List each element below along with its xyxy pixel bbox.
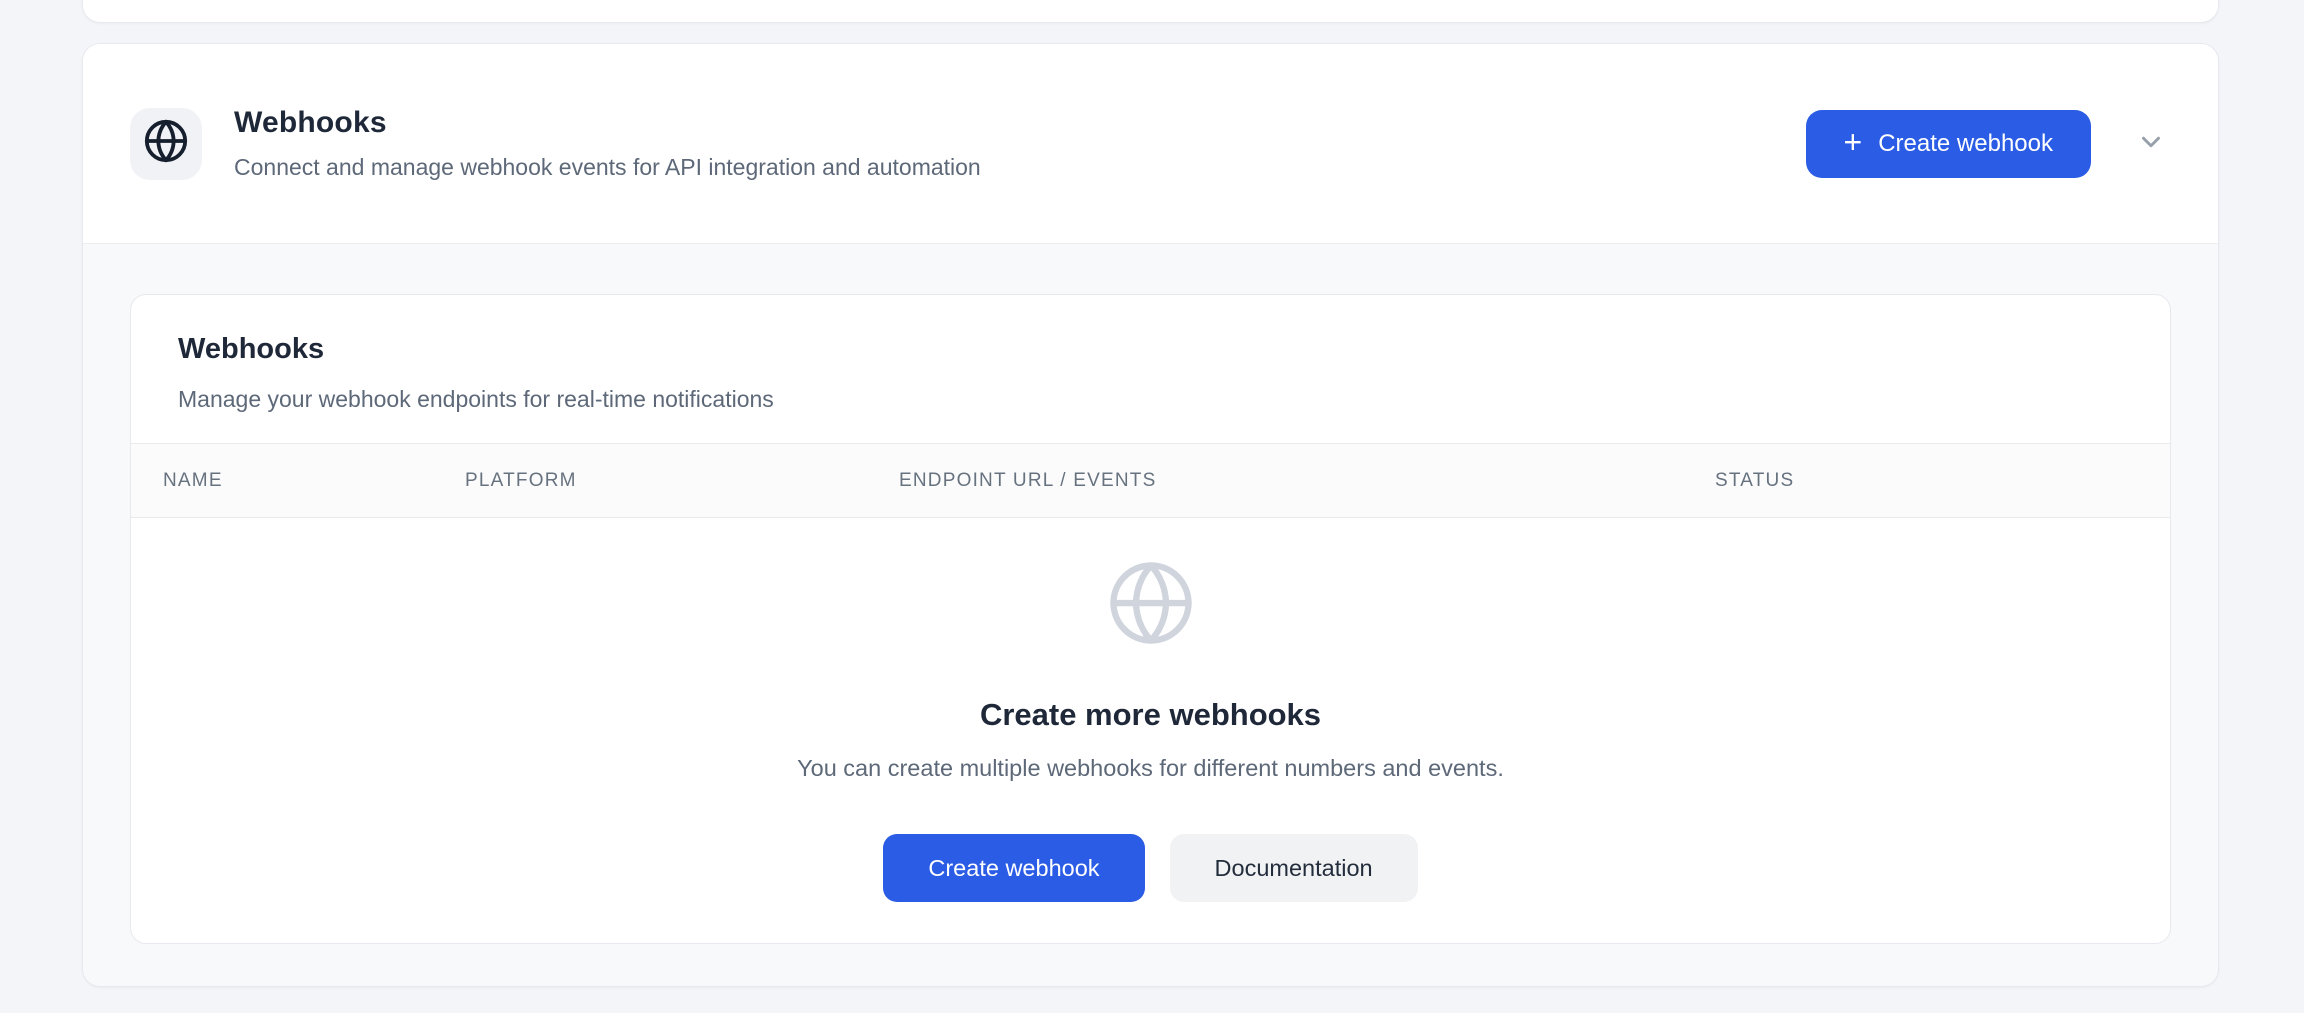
create-webhook-button[interactable]: + Create webhook [1806,110,2091,178]
documentation-button[interactable]: Documentation [1170,834,1418,902]
empty-state-description: You can create multiple webhooks for dif… [797,755,1504,782]
globe-icon [1106,558,1196,653]
page-title: Webhooks [234,106,981,140]
webhooks-empty-state: Create more webhooks You can create mult… [131,518,2170,935]
webhooks-table-header: NAME PLATFORM ENDPOINT URL / EVENTS STAT… [131,443,2170,518]
webhooks-panel-header: Webhooks Manage your webhook endpoints f… [131,295,2170,443]
chevron-down-icon [2136,127,2166,160]
panel-subtitle: Manage your webhook endpoints for real-t… [178,386,2123,413]
webhooks-card: Webhooks Connect and manage webhook even… [82,43,2219,987]
create-webhook-button-label: Create webhook [1878,130,2053,158]
plus-icon: + [1844,126,1863,158]
header-actions: + Create webhook [1806,110,2171,178]
column-header-endpoint: ENDPOINT URL / EVENTS [899,470,1715,492]
empty-state-actions: Create webhook Documentation [883,834,1417,902]
panel-title: Webhooks [178,333,2123,366]
empty-state-title: Create more webhooks [980,697,1321,733]
webhooks-card-header: Webhooks Connect and manage webhook even… [83,44,2218,244]
create-webhook-button-secondary[interactable]: Create webhook [883,834,1144,902]
column-header-platform: PLATFORM [465,470,899,492]
column-header-name: NAME [163,470,465,492]
collapse-toggle-button[interactable] [2131,124,2171,164]
globe-icon [143,118,189,169]
header-text-block: Webhooks Connect and manage webhook even… [234,106,981,181]
page-subtitle: Connect and manage webhook events for AP… [234,154,981,181]
column-header-status: STATUS [1715,470,2170,492]
webhooks-panel: Webhooks Manage your webhook endpoints f… [130,294,2171,944]
globe-icon-tile [130,108,202,180]
previous-card-partial [82,0,2219,23]
